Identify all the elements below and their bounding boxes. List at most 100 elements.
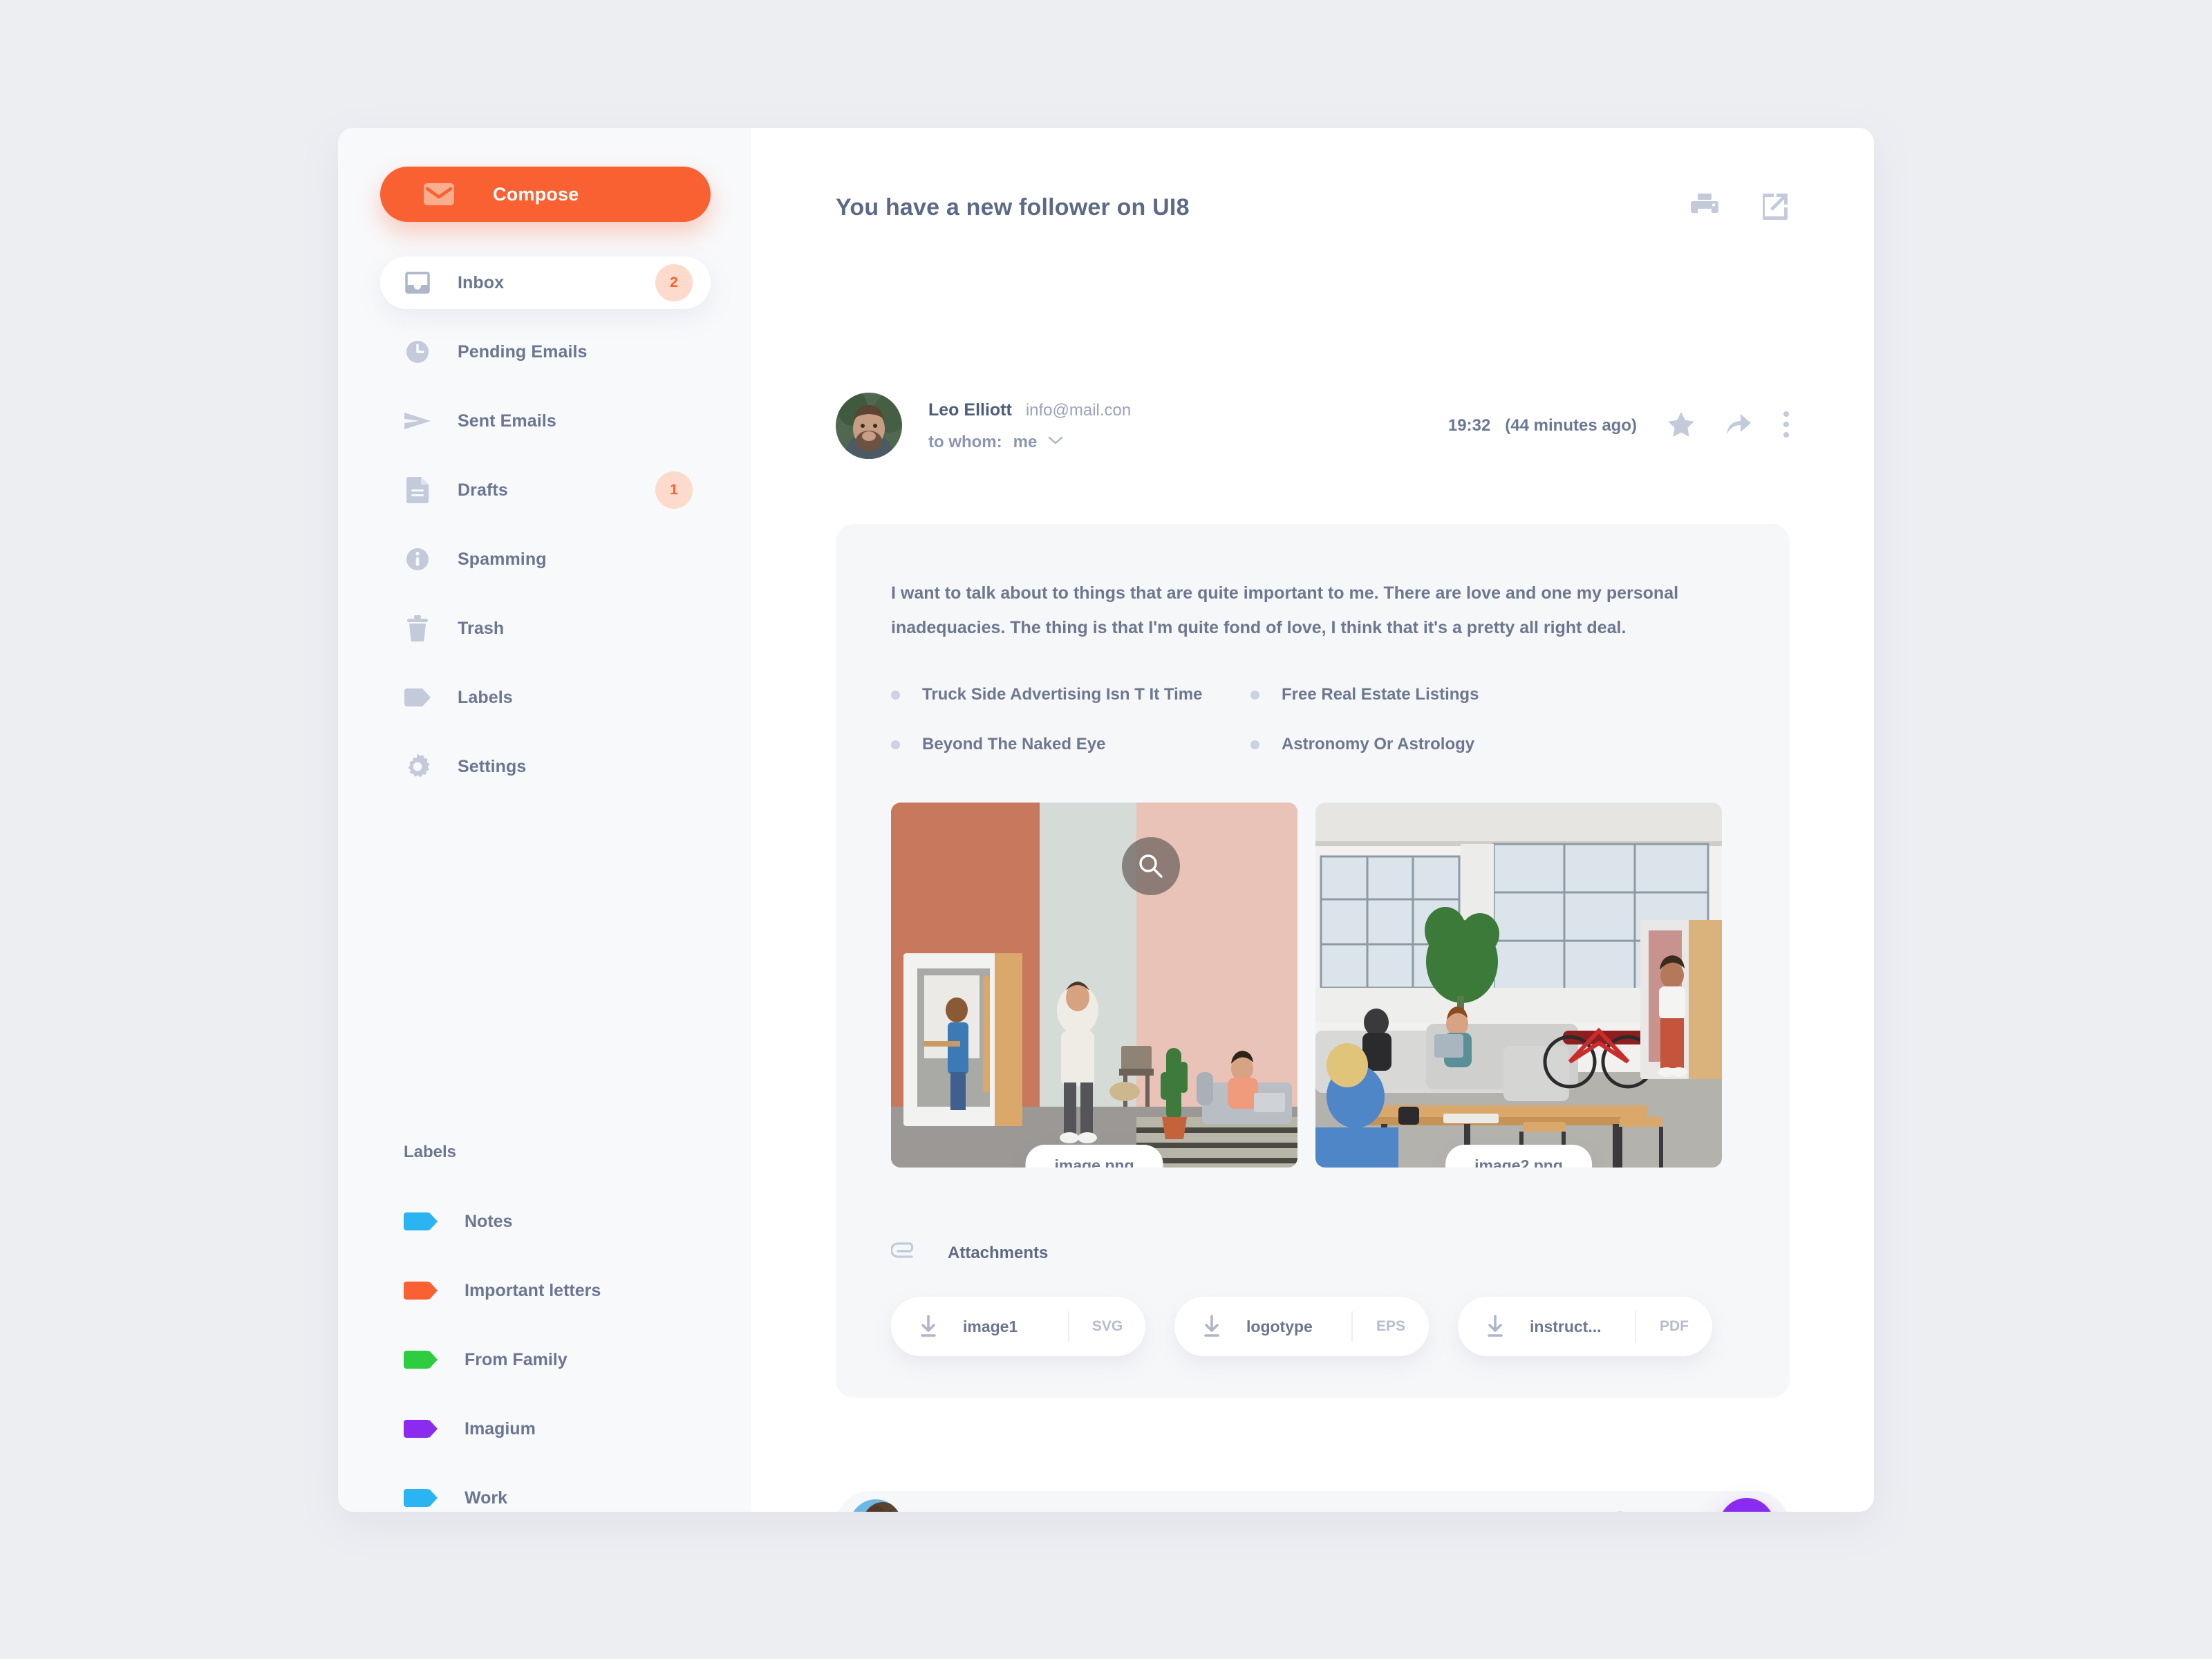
mail-time: 19:32 [1447, 416, 1491, 435]
attachments-header: Attachments [890, 1242, 1734, 1264]
label-item-label: Important letters [465, 1280, 601, 1300]
avatar [836, 393, 902, 459]
sidebar-item-drafts[interactable]: Drafts 1 [380, 464, 711, 516]
bullet-dot-icon [891, 690, 900, 700]
header-actions [1690, 191, 1790, 224]
reply-bar[interactable]: Replay Mail [836, 1491, 1790, 1512]
sender-name: Leo Elliott [928, 400, 1012, 420]
attachments-label: Attachments [948, 1243, 1049, 1262]
sidebar-item-labels[interactable]: Labels [380, 671, 711, 724]
drafts-badge: 1 [655, 471, 693, 509]
list-item-label: Free Real Estate Listings [1282, 685, 1479, 704]
image-caption: image2.png [1445, 1145, 1592, 1168]
bullet-dot-icon [891, 740, 900, 749]
label-item-imagium[interactable]: Imagium [380, 1403, 711, 1454]
more-vertical-icon[interactable] [1783, 411, 1790, 441]
image-attachments: image.png image2.png [891, 803, 1734, 1168]
mail-header: You have a new follower on UI8 [836, 183, 1790, 232]
tag-icon [404, 1212, 438, 1230]
paper-plane-icon [404, 407, 431, 435]
send-button[interactable] [1719, 1498, 1774, 1512]
envelope-icon [424, 183, 454, 205]
attachment-instruct[interactable]: instruct... PDF [1458, 1297, 1712, 1356]
list-item: Beyond The Naked Eye [891, 735, 1250, 754]
list-item: Free Real Estate Listings [1250, 685, 1610, 704]
reply-actions [1606, 1498, 1774, 1512]
star-icon[interactable] [1668, 411, 1694, 440]
print-icon[interactable] [1690, 191, 1719, 224]
sidebar-item-label: Trash [458, 618, 505, 638]
label-item-label: Imagium [465, 1418, 536, 1438]
mail-reading-pane: You have a new follower on UI8 Leo Ellio… [751, 128, 1874, 1512]
to-whom-value[interactable]: me [1013, 433, 1038, 452]
list-item-label: Astronomy Or Astrology [1282, 735, 1475, 753]
labels-list: Notes Important letters From Family Imag… [380, 1196, 711, 1512]
search-icon[interactable] [1122, 837, 1180, 895]
emoji-icon[interactable] [1606, 1510, 1633, 1512]
sidebar-item-label: Labels [458, 687, 513, 707]
sender-info: Leo Elliott info@mail.con to whom: me [928, 400, 1131, 452]
image-thumbnail-1[interactable]: image.png [891, 803, 1297, 1168]
avatar [850, 1499, 902, 1512]
attachment-name: instruct... [1530, 1317, 1602, 1335]
sidebar: Compose Inbox 2 Pending Emails Sent Emai… [338, 128, 751, 1512]
document-icon [404, 476, 431, 504]
compose-label: Compose [493, 183, 579, 205]
sidebar-item-sent-emails[interactable]: Sent Emails [380, 395, 711, 447]
sidebar-nav: Inbox 2 Pending Emails Sent Emails Draft… [380, 256, 711, 809]
sidebar-item-label: Sent Emails [458, 411, 556, 431]
label-item-label: From Family [465, 1349, 568, 1369]
sidebar-item-label: Inbox [458, 272, 505, 292]
sidebar-item-spamming[interactable]: Spamming [380, 533, 711, 585]
attachment-logotype[interactable]: logotype EPS [1174, 1297, 1429, 1356]
gear-icon [404, 753, 431, 780]
sender-email: info@mail.con [1025, 400, 1132, 420]
page-title: You have a new follower on UI8 [836, 194, 1190, 221]
tag-icon [404, 1420, 438, 1438]
bullet-list: Truck Side Advertising Isn T It Time Fre… [891, 685, 1610, 754]
attachment-name: logotype [1246, 1317, 1313, 1335]
labels-heading: Labels [404, 1143, 457, 1161]
attachment-type: PDF [1660, 1318, 1689, 1334]
attachment-image1[interactable]: image1 SVG [891, 1297, 1145, 1356]
sidebar-item-pending-emails[interactable]: Pending Emails [380, 326, 711, 378]
bullet-dot-icon [1250, 740, 1259, 749]
mail-meta-actions: 19:32 (44 minutes ago) [1448, 411, 1790, 441]
forward-icon[interactable] [1725, 413, 1752, 439]
mail-time-relative: (44 minutes ago) [1505, 416, 1637, 435]
label-item-important-letters[interactable]: Important letters [380, 1265, 711, 1316]
download-icon[interactable] [1199, 1314, 1224, 1339]
sidebar-item-settings[interactable]: Settings [380, 740, 711, 793]
sidebar-item-label: Drafts [458, 480, 508, 500]
bullet-dot-icon [1250, 690, 1259, 700]
open-external-icon[interactable] [1761, 191, 1790, 224]
list-item-label: Beyond The Naked Eye [922, 735, 1106, 753]
attachment-type: EPS [1376, 1318, 1406, 1334]
sidebar-item-label: Spamming [458, 549, 547, 569]
inbox-badge: 2 [655, 264, 693, 301]
tag-icon [404, 1489, 438, 1507]
attachments-list: image1 SVG logotype EPS instruct... PDF [891, 1297, 1734, 1356]
sender-row: Leo Elliott info@mail.con to whom: me 19… [836, 393, 1790, 459]
sidebar-item-trash[interactable]: Trash [380, 602, 711, 655]
label-item-from-family[interactable]: From Family [380, 1334, 711, 1385]
email-app-window: Compose Inbox 2 Pending Emails Sent Emai… [338, 128, 1874, 1512]
label-item-label: Notes [465, 1211, 513, 1231]
to-whom-label: to whom: [928, 432, 1002, 451]
sidebar-item-label: Pending Emails [458, 341, 588, 362]
chevron-down-icon[interactable] [1048, 435, 1063, 449]
sidebar-item-label: Settings [458, 756, 527, 776]
compose-button[interactable]: Compose [380, 167, 711, 222]
tag-icon [404, 684, 431, 711]
image-thumbnail-2[interactable]: image2.png [1315, 803, 1722, 1168]
list-item: Astronomy Or Astrology [1250, 735, 1610, 754]
tag-icon [404, 1351, 438, 1369]
download-icon[interactable] [916, 1314, 941, 1339]
clock-icon [404, 338, 431, 366]
attachment-name: image1 [963, 1317, 1018, 1335]
download-icon[interactable] [1483, 1314, 1508, 1339]
label-item-notes[interactable]: Notes [380, 1196, 711, 1247]
sidebar-item-inbox[interactable]: Inbox 2 [380, 256, 711, 309]
label-item-work[interactable]: Work [380, 1472, 711, 1512]
paperclip-icon [890, 1242, 917, 1264]
